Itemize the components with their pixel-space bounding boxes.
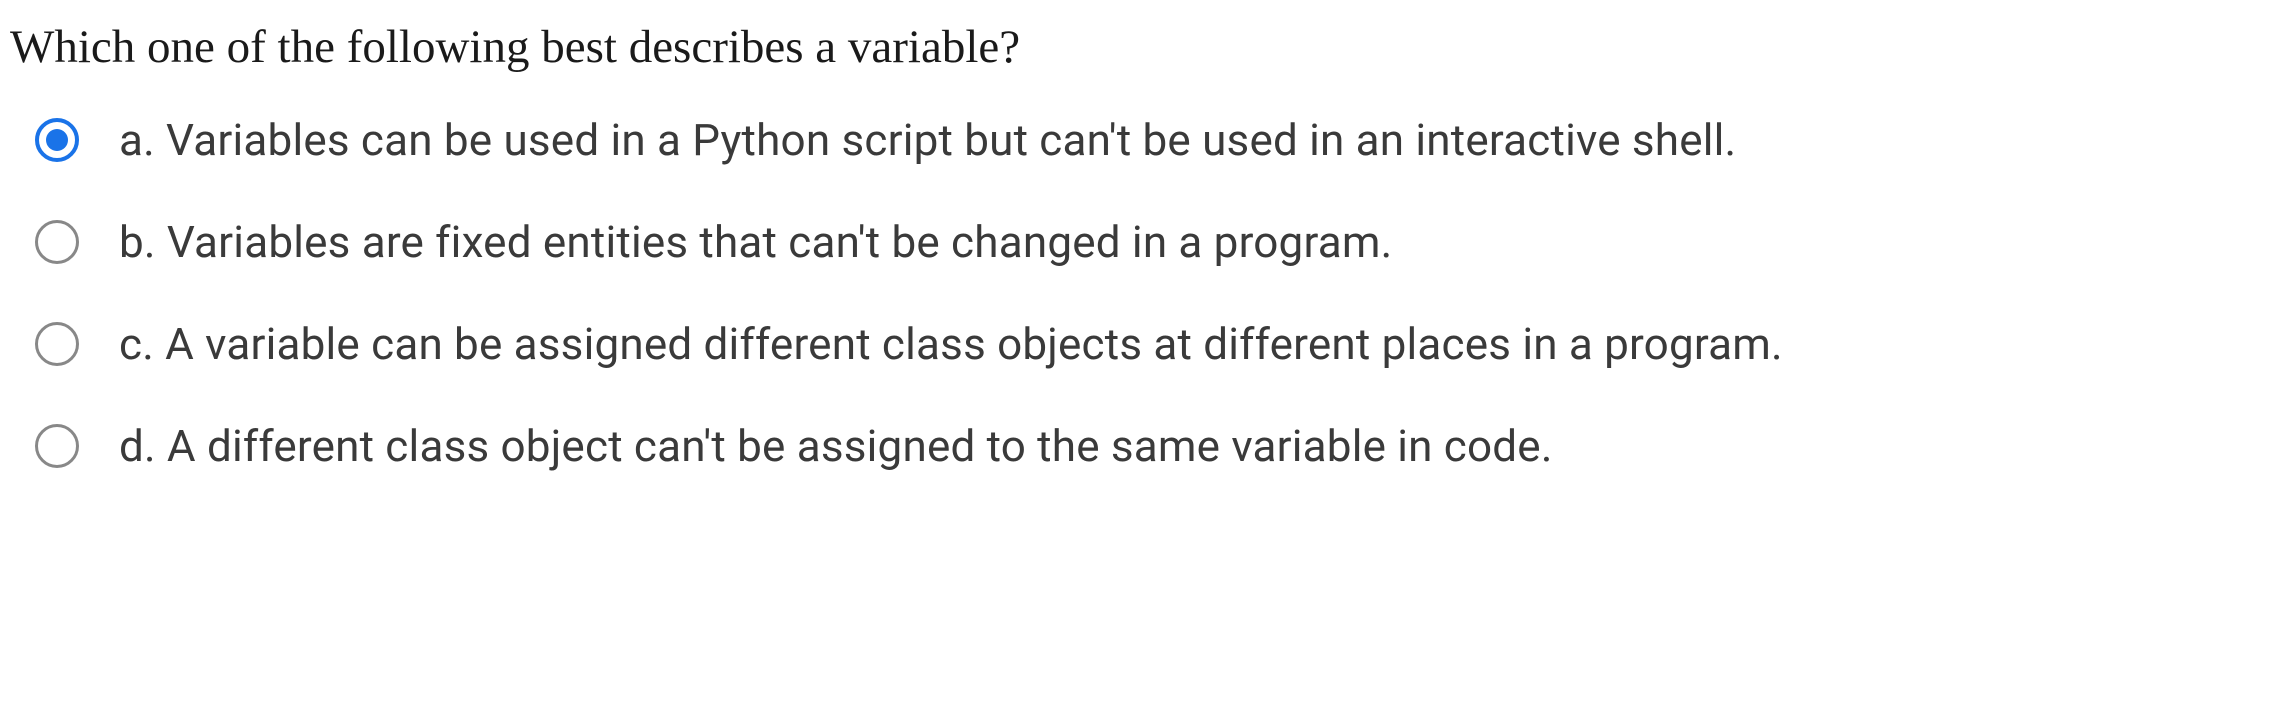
option-b-label: b. Variables are fixed entities that can… xyxy=(119,216,1392,268)
question-text: Which one of the following best describe… xyxy=(10,20,2272,74)
option-c[interactable]: c. A variable can be assigned different … xyxy=(35,318,2272,370)
radio-b[interactable] xyxy=(35,220,79,264)
option-d-label: d. A different class object can't be ass… xyxy=(119,420,1553,472)
radio-c[interactable] xyxy=(35,322,79,366)
option-d[interactable]: d. A different class object can't be ass… xyxy=(35,420,2272,472)
radio-a[interactable] xyxy=(35,118,79,162)
radio-d[interactable] xyxy=(35,424,79,468)
option-b[interactable]: b. Variables are fixed entities that can… xyxy=(35,216,2272,268)
option-a[interactable]: a. Variables can be used in a Python scr… xyxy=(35,114,2272,166)
option-a-label: a. Variables can be used in a Python scr… xyxy=(119,114,1736,166)
options-list: a. Variables can be used in a Python scr… xyxy=(10,114,2272,472)
option-c-label: c. A variable can be assigned different … xyxy=(119,318,1783,370)
